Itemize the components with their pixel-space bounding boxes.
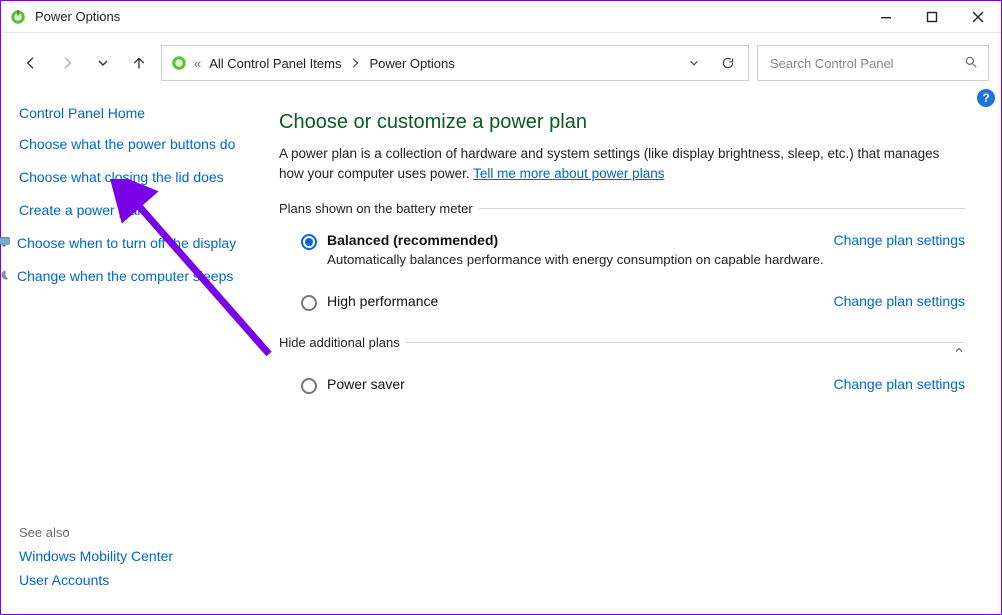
sidebar-item-label: Choose what the power buttons do bbox=[19, 135, 235, 154]
breadcrumb-root-marker[interactable]: « bbox=[194, 56, 201, 71]
change-plan-settings-link[interactable]: Change plan settings bbox=[833, 293, 965, 309]
sidebar-item-computer-sleeps[interactable]: Change when the computer sleeps bbox=[19, 267, 237, 286]
breadcrumb-item-all-items[interactable]: All Control Panel Items bbox=[207, 54, 343, 73]
monitor-icon bbox=[0, 236, 11, 248]
sidebar-item-turn-off-display[interactable]: Choose when to turn off the display bbox=[19, 234, 237, 253]
power-options-icon bbox=[170, 54, 188, 72]
change-plan-settings-link[interactable]: Change plan settings bbox=[833, 376, 965, 392]
search-box[interactable] bbox=[757, 45, 989, 81]
group-plans-additional: Hide additional plans Power saver Change… bbox=[279, 335, 965, 400]
plan-name[interactable]: Balanced (recommended) bbox=[327, 232, 833, 248]
recent-dropdown[interactable] bbox=[89, 49, 117, 77]
plan-row-power-saver: Power saver Change plan settings bbox=[279, 370, 965, 400]
change-plan-settings-link[interactable]: Change plan settings bbox=[833, 232, 965, 248]
sidebar-item-label: Choose what closing the lid does bbox=[19, 168, 224, 187]
tell-me-more-link[interactable]: Tell me more about power plans bbox=[473, 166, 664, 181]
group-legend-primary: Plans shown on the battery meter bbox=[279, 201, 479, 216]
group-legend-additional[interactable]: Hide additional plans bbox=[279, 335, 406, 350]
plan-name[interactable]: High performance bbox=[327, 293, 833, 309]
page-description: A power plan is a collection of hardware… bbox=[279, 144, 965, 183]
close-button[interactable] bbox=[955, 1, 1001, 33]
collapse-additional-icon[interactable] bbox=[953, 344, 965, 359]
breadcrumb-item-power-options[interactable]: Power Options bbox=[367, 54, 456, 73]
power-options-icon bbox=[9, 8, 27, 26]
see-also-mobility-center[interactable]: Windows Mobility Center bbox=[19, 548, 237, 564]
window-title: Power Options bbox=[35, 9, 120, 24]
address-bar[interactable]: « All Control Panel Items Power Options bbox=[161, 45, 749, 81]
maximize-button[interactable] bbox=[909, 1, 955, 33]
minimize-button[interactable] bbox=[863, 1, 909, 33]
moon-icon bbox=[0, 269, 11, 281]
sidebar-home[interactable]: Control Panel Home bbox=[19, 105, 237, 121]
sidebar-item-closing-lid[interactable]: Choose what closing the lid does bbox=[19, 168, 237, 187]
radio-balanced[interactable] bbox=[301, 234, 317, 250]
help-icon[interactable]: ? bbox=[977, 89, 995, 107]
plan-name[interactable]: Power saver bbox=[327, 376, 833, 392]
radio-power-saver[interactable] bbox=[301, 378, 317, 394]
sidebar-item-label: Create a power plan bbox=[19, 201, 145, 220]
page-title: Choose or customize a power plan bbox=[279, 111, 965, 134]
up-button[interactable] bbox=[125, 49, 153, 77]
plan-row-high-performance: High performance Change plan settings bbox=[279, 287, 965, 317]
sidebar-item-label: Choose when to turn off the display bbox=[17, 234, 236, 253]
plan-description: Automatically balances performance with … bbox=[327, 252, 833, 267]
window-buttons bbox=[863, 1, 1001, 33]
search-icon[interactable] bbox=[964, 55, 978, 72]
content-pane: ? Choose or customize a power plan A pow… bbox=[251, 95, 1001, 612]
search-input[interactable] bbox=[768, 55, 956, 72]
main-area: Control Panel Home Choose what the power… bbox=[1, 89, 1001, 612]
group-plans-primary: Plans shown on the battery meter Balance… bbox=[279, 201, 965, 317]
see-also-user-accounts[interactable]: User Accounts bbox=[19, 572, 237, 588]
sidebar-item-label: Change when the computer sleeps bbox=[17, 267, 233, 286]
address-history-dropdown[interactable] bbox=[680, 56, 708, 70]
sidebar-item-power-buttons[interactable]: Choose what the power buttons do bbox=[19, 135, 237, 154]
chevron-right-icon bbox=[349, 56, 361, 71]
titlebar: Power Options bbox=[1, 1, 1001, 33]
forward-button[interactable] bbox=[53, 49, 81, 77]
plan-row-balanced: Balanced (recommended) Automatically bal… bbox=[279, 226, 965, 273]
sidebar-item-create-plan[interactable]: Create a power plan bbox=[19, 201, 237, 220]
sidebar: Control Panel Home Choose what the power… bbox=[1, 95, 251, 612]
nav-row: « All Control Panel Items Power Options bbox=[1, 33, 1001, 89]
radio-high-performance[interactable] bbox=[301, 295, 317, 311]
see-also-heading: See also bbox=[19, 525, 237, 540]
refresh-button[interactable] bbox=[714, 56, 742, 70]
back-button[interactable] bbox=[17, 49, 45, 77]
